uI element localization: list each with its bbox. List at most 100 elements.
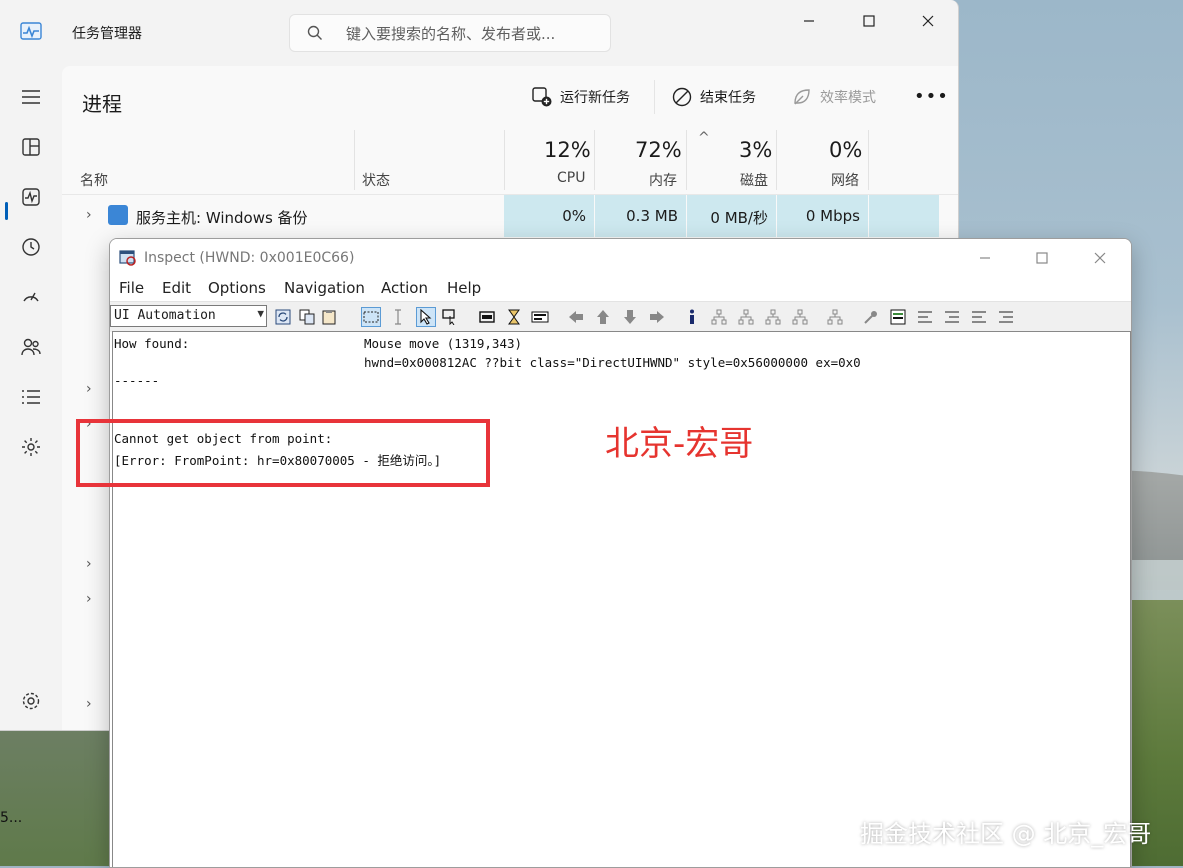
text-cursor-icon[interactable] — [389, 308, 407, 326]
watch-cursor-icon[interactable] — [416, 307, 436, 327]
expand-chevron-icon[interactable]: › — [86, 381, 92, 397]
column-header-status[interactable]: 状态 — [362, 170, 390, 190]
app-history-icon[interactable] — [18, 234, 44, 260]
select-next-icon[interactable] — [997, 308, 1015, 326]
column-header-network[interactable]: 网络 — [831, 170, 859, 190]
clipboard-icon[interactable] — [320, 308, 338, 326]
arrow-down-icon[interactable] — [621, 308, 639, 326]
menu-help[interactable]: Help — [447, 279, 481, 297]
maximize-icon — [863, 15, 875, 27]
dropdown-arrow-icon: ▼ — [257, 307, 264, 320]
column-divider — [504, 130, 505, 190]
inspect-window: Inspect (HWND: 0x001E0C66) File Edit Opt… — [109, 238, 1132, 868]
settings-icon[interactable] — [18, 688, 44, 714]
inspect-minimize-button[interactable] — [962, 243, 1008, 273]
task-manager-sidebar — [0, 66, 62, 730]
column-header-disk[interactable]: 磁盘 — [740, 170, 768, 190]
run-new-task-label: 运行新任务 — [560, 90, 630, 106]
window-frame-icon[interactable] — [478, 308, 496, 326]
close-button[interactable] — [905, 6, 951, 36]
watch-focus-icon[interactable] — [361, 307, 381, 327]
arrow-right-icon[interactable] — [648, 308, 666, 326]
search-box[interactable] — [289, 14, 611, 52]
show-context-menu-icon[interactable] — [889, 308, 907, 326]
page-title: 进程 — [82, 92, 122, 116]
cpu-percent[interactable]: 12% — [544, 138, 591, 162]
process-cpu: 0% — [504, 195, 594, 237]
menu-icon[interactable] — [18, 84, 44, 110]
menu-edit[interactable]: Edit — [162, 279, 191, 297]
performance-icon[interactable] — [18, 184, 44, 210]
expand-chevron-icon[interactable]: › — [86, 207, 92, 223]
process-name: 服务主机: Windows 备份 — [136, 209, 308, 227]
desktop-icon-label[interactable]: 5... — [0, 810, 22, 826]
processes-icon[interactable] — [18, 134, 44, 160]
search-input[interactable] — [344, 21, 598, 47]
sidebar-active-indicator — [5, 202, 8, 220]
minimize-icon — [804, 20, 814, 22]
run-new-task-icon — [532, 87, 552, 107]
column-header-cpu[interactable]: CPU — [557, 170, 585, 186]
inspect-output-pane[interactable]: How found: Mouse move (1319,343) hwnd=0x… — [112, 331, 1131, 867]
menu-navigation[interactable]: Navigation — [284, 279, 365, 297]
inspect-close-button[interactable] — [1077, 243, 1123, 273]
do-default-action-icon[interactable] — [862, 308, 880, 326]
close-icon — [1094, 252, 1106, 264]
refresh-icon[interactable] — [274, 308, 292, 326]
highlight-rect-icon[interactable] — [441, 308, 459, 326]
separator-line: ------ — [114, 373, 160, 388]
how-found-hwnd: hwnd=0x000812AC ??bit class="DirectUIHWN… — [364, 355, 861, 370]
expand-chevron-icon[interactable]: › — [86, 556, 92, 572]
efficiency-mode-button[interactable]: 效率模式 — [792, 86, 876, 108]
hourglass-icon[interactable] — [505, 308, 523, 326]
mode-select[interactable]: UI Automation ▼ — [110, 305, 267, 327]
column-divider — [594, 130, 595, 190]
disk-percent[interactable]: 3% — [739, 138, 772, 162]
arrow-left-icon[interactable] — [567, 308, 585, 326]
memory-percent[interactable]: 72% — [635, 138, 682, 162]
tree-child-icon[interactable] — [737, 308, 755, 326]
minimize-button[interactable] — [786, 6, 832, 36]
column-divider — [868, 130, 869, 190]
collapse-all-icon[interactable] — [943, 308, 961, 326]
network-percent[interactable]: 0% — [829, 138, 862, 162]
more-options-button[interactable]: ••• — [914, 86, 949, 107]
column-divider — [776, 130, 777, 190]
column-header-memory[interactable]: 内存 — [649, 170, 677, 190]
tree-last-child-icon[interactable] — [826, 308, 844, 326]
menu-action[interactable]: Action — [381, 279, 428, 297]
tree-prev-sibling-icon[interactable] — [764, 308, 782, 326]
sort-up-icon: ^ — [698, 130, 710, 146]
inspect-titlebar[interactable]: Inspect (HWND: 0x001E0C66) — [110, 239, 1131, 277]
tree-parent-icon[interactable] — [710, 308, 728, 326]
info-icon[interactable] — [683, 308, 701, 326]
end-task-button[interactable]: 结束任务 — [672, 86, 756, 108]
arrow-up-icon[interactable] — [594, 308, 612, 326]
inspect-toolbar: UI Automation ▼ — [110, 301, 1131, 332]
select-prev-icon[interactable] — [970, 308, 988, 326]
task-manager-titlebar[interactable]: 任务管理器 — [0, 0, 958, 66]
end-task-label: 结束任务 — [700, 90, 756, 106]
expand-chevron-icon[interactable]: › — [86, 696, 92, 712]
tree-next-sibling-icon[interactable] — [791, 308, 809, 326]
annotation-text: 北京-宏哥 — [605, 424, 754, 464]
column-header-name[interactable]: 名称 — [80, 170, 108, 190]
inspect-maximize-button[interactable] — [1019, 243, 1065, 273]
run-new-task-button[interactable]: 运行新任务 — [532, 86, 630, 108]
menu-file[interactable]: File — [119, 279, 144, 297]
table-row[interactable]: › 服务主机: Windows 备份 0% 0.3 MB 0 MB/秒 0 Mb… — [62, 194, 958, 237]
process-memory: 0.3 MB — [595, 195, 686, 237]
copy-icon[interactable] — [298, 308, 316, 326]
expand-chevron-icon[interactable]: › — [86, 591, 92, 607]
menu-options[interactable]: Options — [208, 279, 266, 297]
minimize-icon — [980, 257, 990, 259]
users-icon[interactable] — [18, 334, 44, 360]
mode-select-value: UI Automation — [114, 308, 216, 323]
expand-all-icon[interactable] — [916, 308, 934, 326]
services-icon[interactable] — [18, 434, 44, 460]
details-icon[interactable] — [18, 384, 44, 410]
caption-icon[interactable] — [531, 308, 549, 326]
inspect-app-icon — [119, 250, 136, 266]
startup-icon[interactable] — [18, 284, 44, 310]
maximize-button[interactable] — [846, 6, 892, 36]
